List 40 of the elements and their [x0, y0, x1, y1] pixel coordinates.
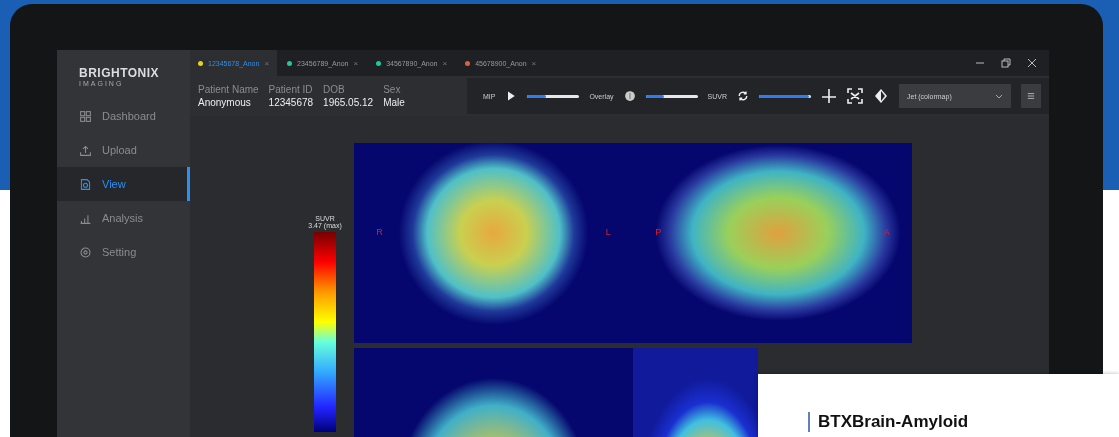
slider[interactable]: [645, 94, 698, 98]
close-icon[interactable]: [1027, 58, 1037, 68]
field-value: 12345678: [268, 97, 314, 108]
view-icon: [79, 177, 92, 191]
card-title: BTXBrain-Amyloid: [808, 412, 1119, 432]
scan-image[interactable]: R L: [354, 143, 633, 343]
circle-icon[interactable]: [623, 90, 636, 102]
tab-close[interactable]: ×: [264, 58, 270, 68]
contrast-icon[interactable]: [873, 88, 889, 104]
field-value: Anonymous: [198, 97, 252, 108]
orientation-label: R: [376, 227, 383, 237]
menu-icon: [1027, 91, 1035, 101]
field-label: Patient ID: [268, 84, 314, 95]
orientation-label: A: [883, 227, 890, 237]
tab-close[interactable]: ×: [442, 58, 448, 68]
upload-icon: [79, 143, 92, 157]
sidebar-item[interactable]: Upload: [57, 133, 190, 167]
refresh-icon[interactable]: [737, 90, 749, 102]
grid-icon: [79, 109, 92, 123]
restore-icon[interactable]: [1001, 58, 1011, 68]
field-label: DOB: [323, 84, 346, 95]
field-label: Patient Name: [198, 84, 259, 95]
field-value: 1965.05.12: [323, 97, 374, 108]
sidebar-item[interactable]: Analysis: [57, 201, 190, 235]
fit-frame-icon[interactable]: [847, 88, 863, 104]
sidebar-item[interactable]: Dashboard: [57, 99, 190, 133]
sidebar-item[interactable]: Setting: [57, 235, 190, 269]
tab-close[interactable]: ×: [531, 58, 537, 68]
field-label: Sex: [383, 84, 402, 95]
menu-button[interactable]: [1021, 84, 1041, 108]
scan-image[interactable]: P A: [633, 143, 912, 343]
slider[interactable]: [527, 94, 580, 98]
orientation-label: L: [605, 227, 611, 237]
sidebar-item[interactable]: View: [57, 167, 190, 201]
tab-close[interactable]: ×: [353, 58, 359, 68]
caret-icon: [995, 93, 1003, 99]
gear-icon: [79, 245, 92, 259]
crosshair-icon[interactable]: [821, 88, 837, 104]
orientation-label: P: [655, 227, 662, 237]
field-value: Male: [383, 97, 405, 108]
